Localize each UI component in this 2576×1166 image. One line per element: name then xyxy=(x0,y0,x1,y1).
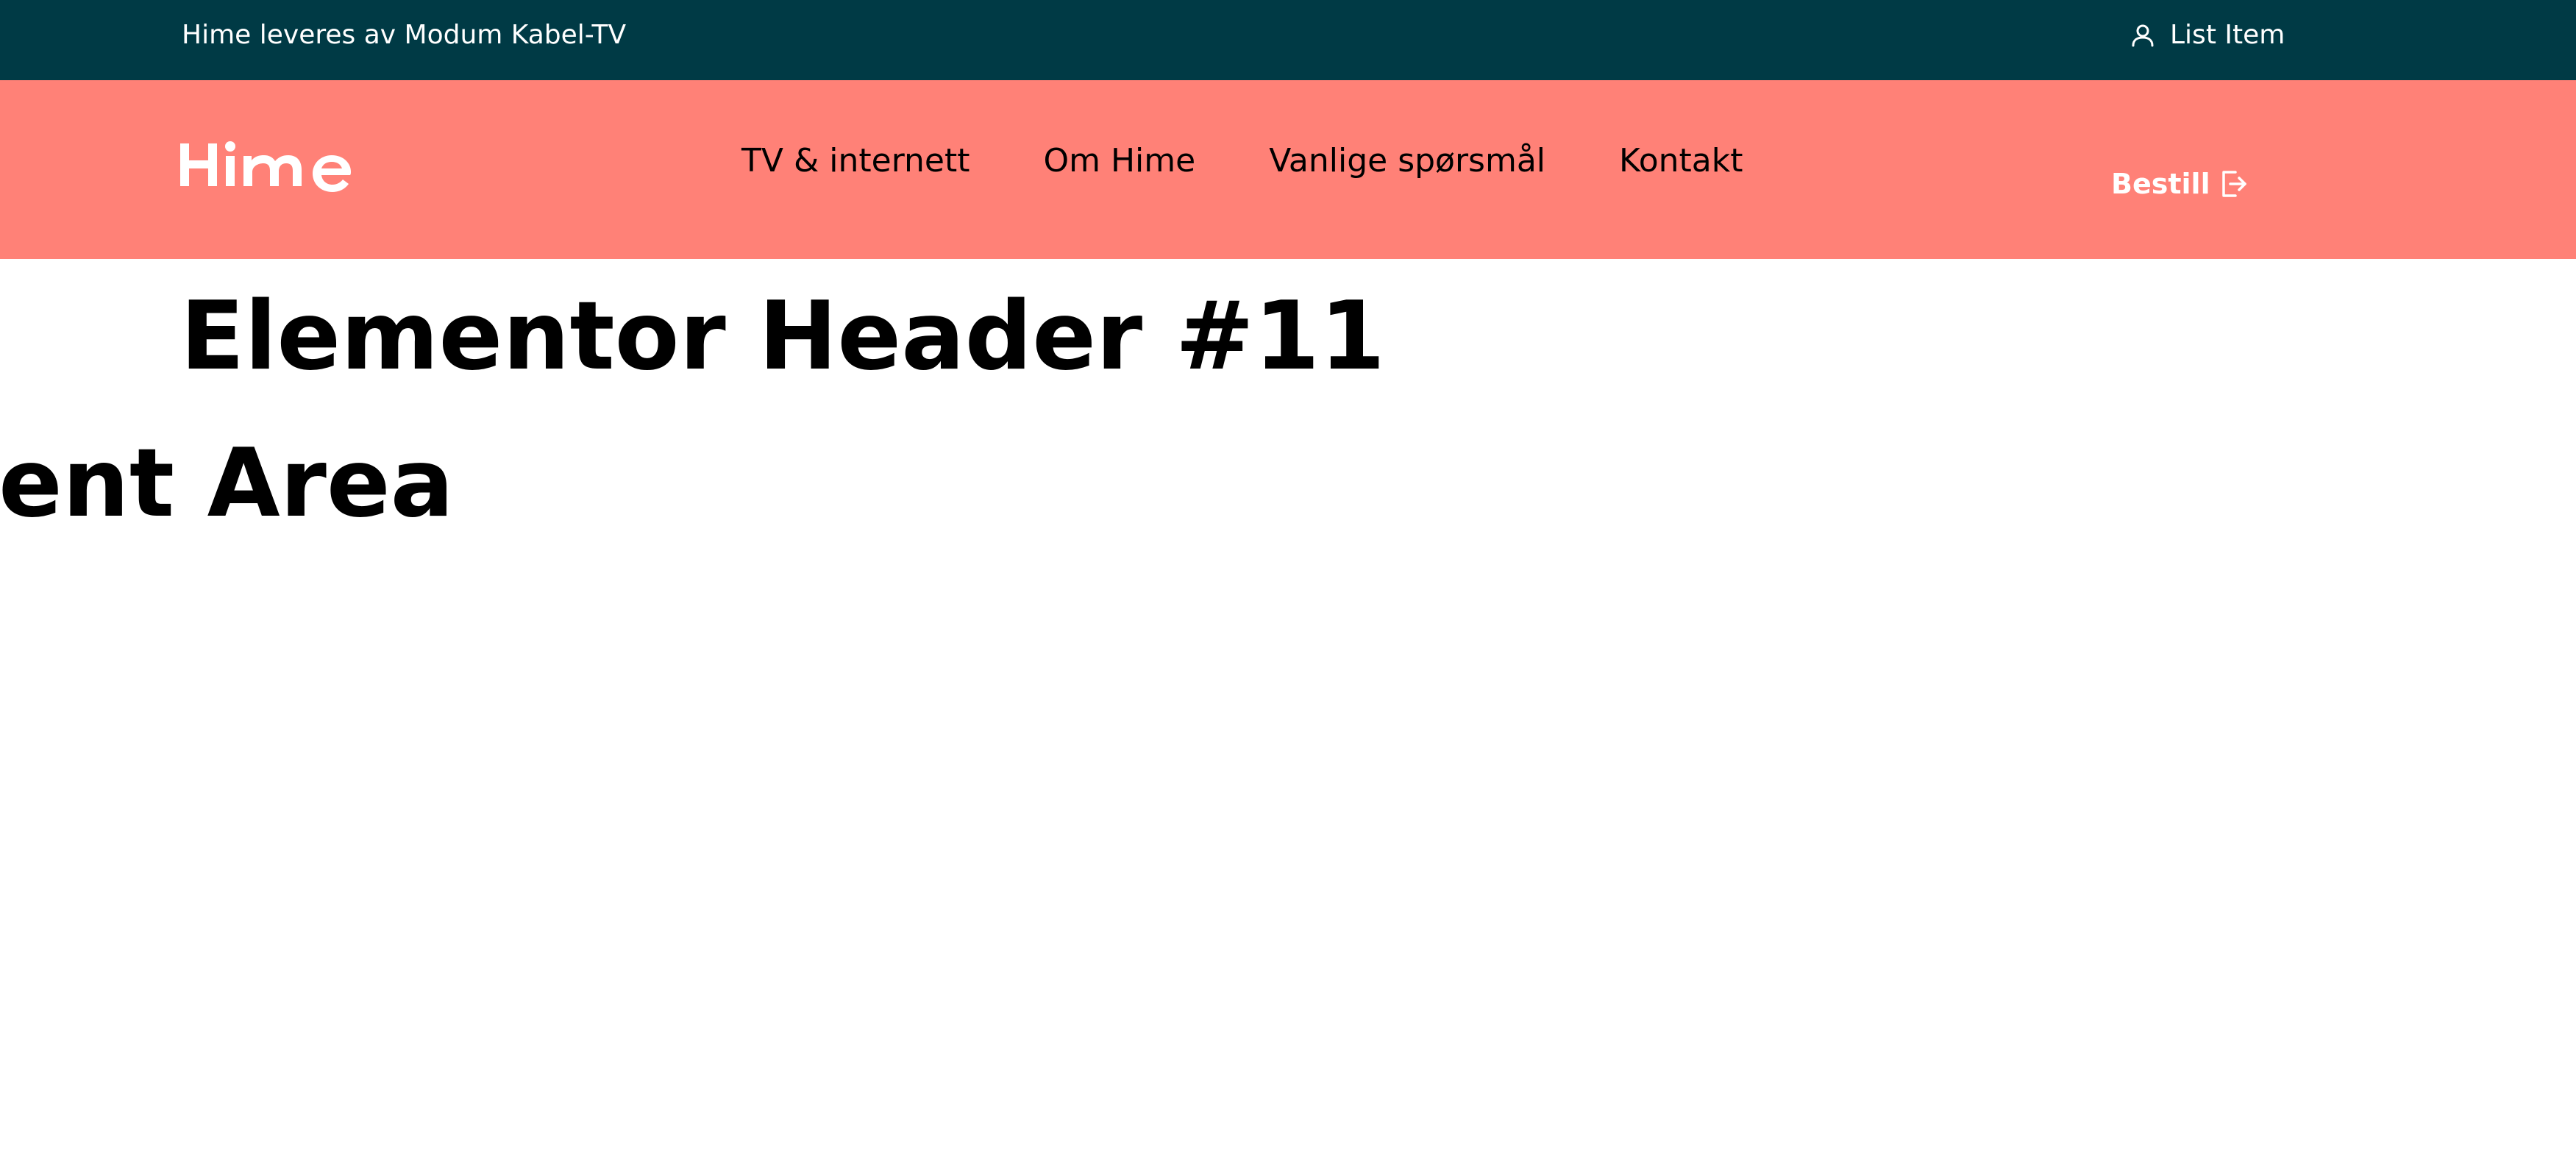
nav-item-om-hime[interactable]: Om Hime xyxy=(1043,139,1195,183)
nav-item-tv-internett[interactable]: TV & internett xyxy=(741,139,969,183)
hime-logo[interactable] xyxy=(180,136,357,202)
main-navigation: TV & internett Om Hime Vanlige spørsmål … xyxy=(741,139,1743,183)
sign-out-icon xyxy=(2221,170,2247,198)
nav-item-vanlige-sporsmal[interactable]: Vanlige spørsmål xyxy=(1269,139,1545,183)
order-button[interactable]: Bestill xyxy=(2111,166,2247,202)
user-icon xyxy=(2132,24,2154,47)
top-bar: Hime leveres av Modum Kabel-TV List Item xyxy=(0,0,2576,80)
page-title: Elementor Header #11 xyxy=(180,282,1386,391)
nav-item-kontakt[interactable]: Kontakt xyxy=(1619,139,1743,183)
content-area-title: ntent Area xyxy=(0,429,454,538)
order-button-label: Bestill xyxy=(2111,168,2210,200)
account-link[interactable]: List Item xyxy=(2132,19,2285,51)
account-link-label: List Item xyxy=(2170,20,2285,50)
main-header: TV & internett Om Hime Vanlige spørsmål … xyxy=(0,80,2576,259)
provider-notice: Hime leveres av Modum Kabel-TV xyxy=(182,20,627,50)
